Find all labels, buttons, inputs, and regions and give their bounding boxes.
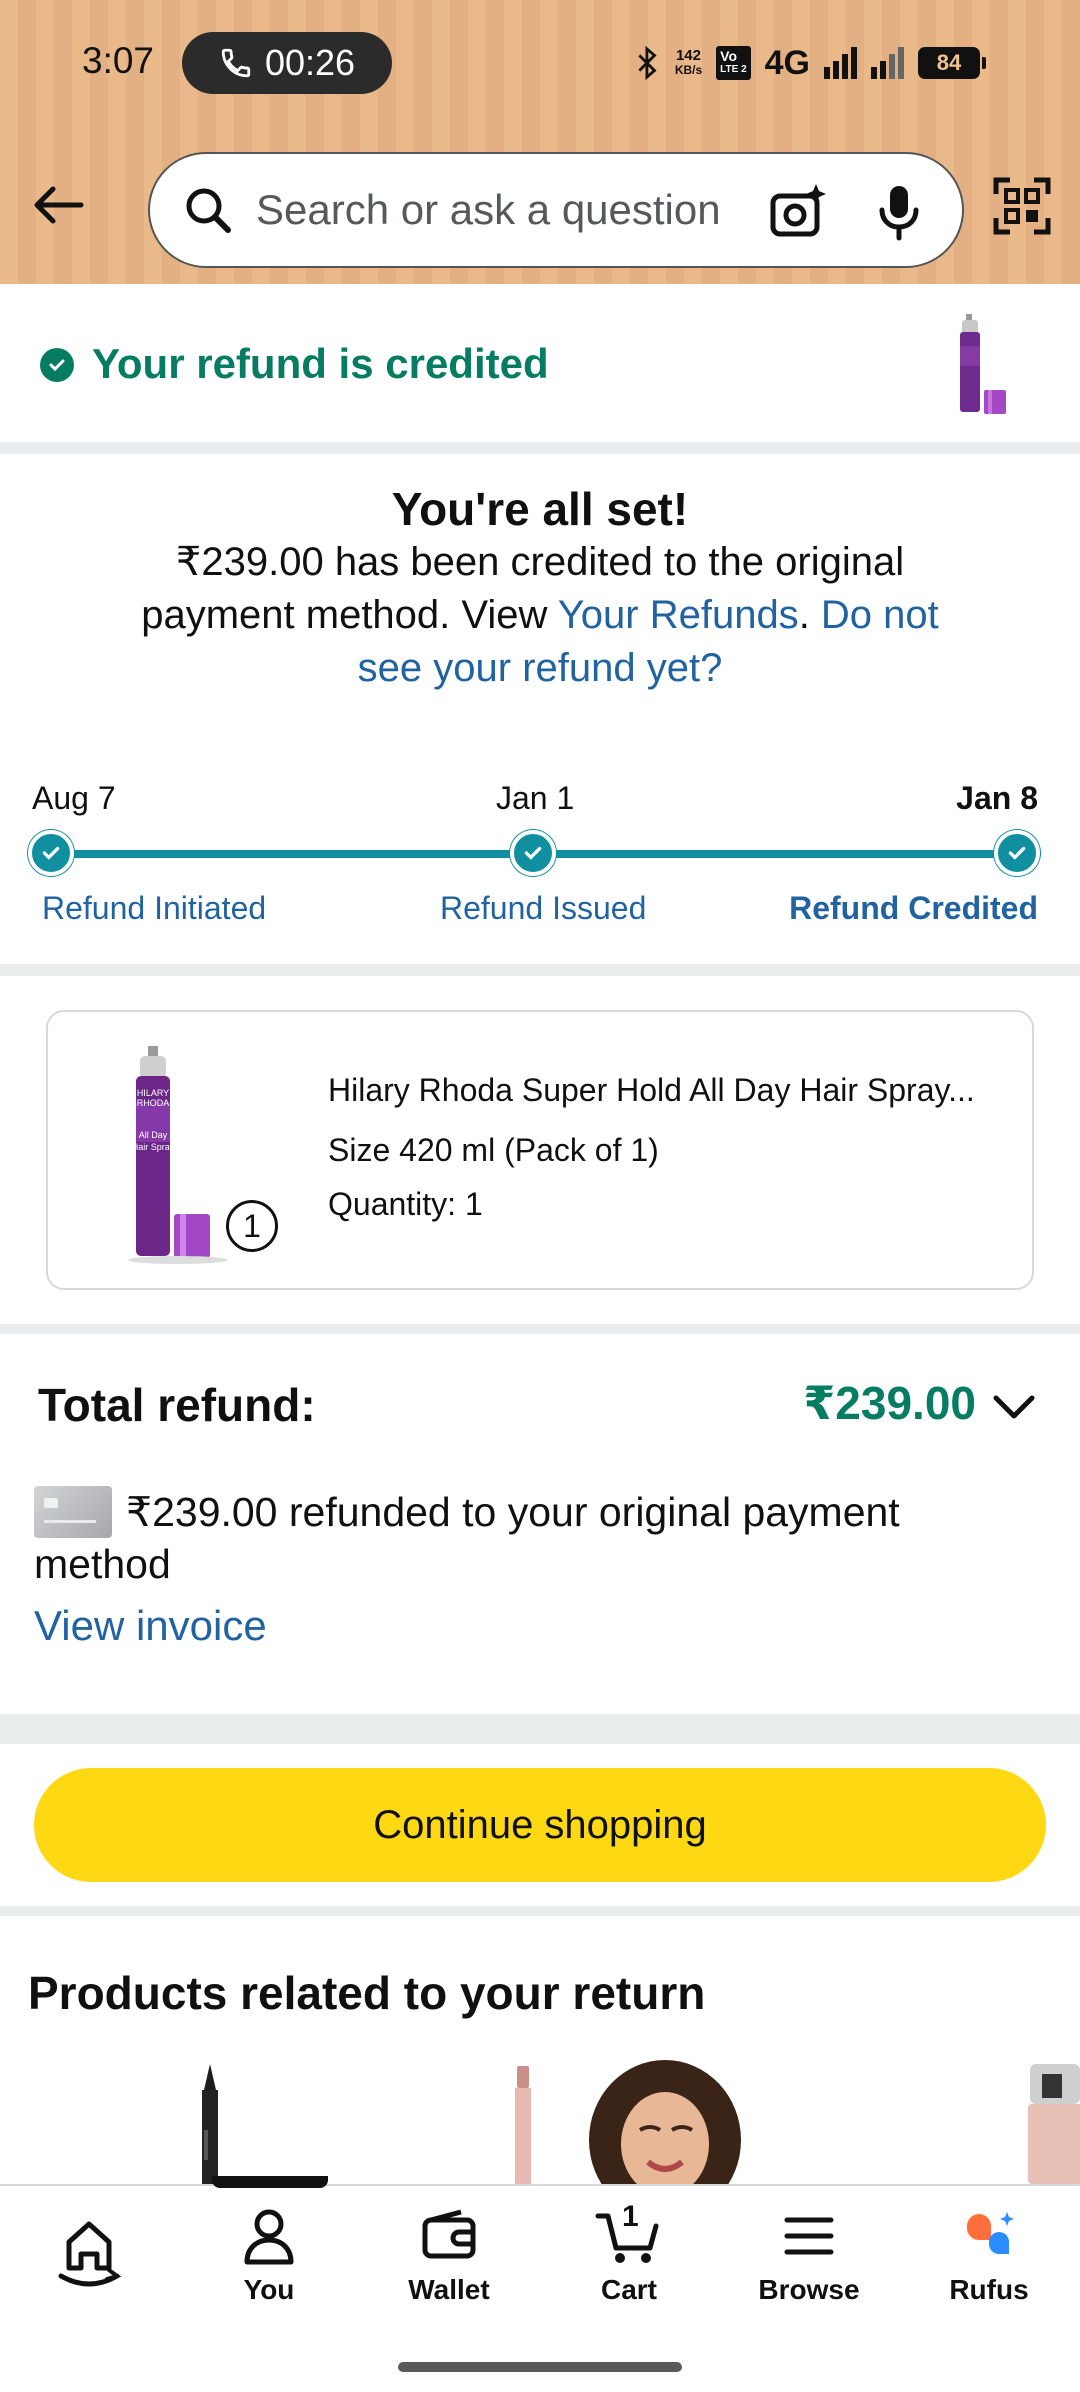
- nav-label-you: You: [243, 2274, 295, 2305]
- rufus-icon: [967, 2212, 1014, 2254]
- nav-home[interactable]: [14, 2206, 164, 2302]
- bluetooth-icon: [638, 45, 657, 81]
- chevron-down-icon[interactable]: [992, 1392, 1036, 1424]
- nav-label-cart: Cart: [600, 2274, 657, 2305]
- nav-cart[interactable]: 1 Cart: [554, 2200, 704, 2306]
- svg-text:HILARY: HILARY: [137, 1088, 169, 1098]
- nav-you[interactable]: You: [194, 2206, 344, 2306]
- active-tab-indicator: [212, 2176, 328, 2188]
- section-divider: [0, 442, 1080, 454]
- product-model-image[interactable]: [580, 2060, 750, 2184]
- back-arrow-icon: [34, 186, 84, 224]
- qr-scan-icon[interactable]: [992, 176, 1052, 236]
- view-invoice-link[interactable]: View invoice: [34, 1602, 267, 1650]
- camera-search-icon[interactable]: [768, 182, 828, 242]
- timeline-date-initiated: Aug 7: [32, 780, 116, 816]
- nav-wallet[interactable]: Wallet: [374, 2206, 524, 2306]
- item-title: Hilary Rhoda Super Hold All Day Hair Spr…: [328, 1072, 975, 1108]
- item-size: Size 420 ml (Pack of 1): [328, 1132, 659, 1168]
- signal-icon: [824, 47, 857, 79]
- timeline-date-credited: Jan 8: [956, 780, 1038, 816]
- product-image: HILARY RHODA All Day Hair Spray: [128, 1046, 228, 1264]
- svg-text:All Day: All Day: [139, 1130, 168, 1140]
- nav-label-rufus: Rufus: [949, 2274, 1029, 2305]
- quantity-badge: 1: [226, 1200, 278, 1252]
- timeline-date-issued: Jan 1: [496, 780, 575, 816]
- search-bar[interactable]: [148, 152, 964, 268]
- check-circle-icon: [40, 348, 74, 382]
- home-icon: [58, 2221, 122, 2287]
- nav-browse[interactable]: Browse: [734, 2206, 884, 2306]
- timeline-label-initiated: Refund Initiated: [42, 890, 267, 926]
- section-divider: [0, 1714, 1080, 1744]
- network-speed: 142 KB/s: [674, 47, 703, 77]
- network-type: 4G: [764, 43, 810, 82]
- status-time: 3:07: [82, 40, 155, 81]
- status-icons: 142 KB/s Vo LTE 2 4G 84: [635, 38, 986, 88]
- menu-icon: [784, 2217, 834, 2255]
- search-input[interactable]: [256, 186, 736, 234]
- section-divider: [0, 1906, 1080, 1916]
- item-quantity: Quantity: 1: [328, 1186, 483, 1222]
- returned-item-card[interactable]: HILARY RHODA All Day Hair Spray 1 Hilary…: [46, 1010, 1034, 1290]
- section-divider: [0, 964, 1080, 976]
- related-products-heading: Products related to your return: [28, 1967, 706, 2019]
- your-refunds-link[interactable]: Your Refunds: [558, 593, 799, 637]
- person-icon: [244, 2209, 294, 2265]
- confirmation-title: You're all set!: [391, 483, 689, 535]
- total-refund-label: Total refund:: [38, 1379, 316, 1431]
- timeline-step-check-icon: [510, 830, 556, 876]
- status-bar: 3:07 00:26 142 KB/s Vo LTE 2 4G 84: [0, 0, 1080, 125]
- header: 3:07 00:26 142 KB/s Vo LTE 2 4G 84: [0, 0, 1080, 284]
- back-button[interactable]: [28, 170, 88, 240]
- product-spray-image[interactable]: [1024, 2060, 1080, 2184]
- nav-label-browse: Browse: [758, 2274, 860, 2305]
- refund-method-text: ₹239.00 refunded to your original paymen…: [34, 1489, 900, 1587]
- timeline-label-issued: Refund Issued: [440, 890, 647, 926]
- microphone-icon[interactable]: [874, 182, 924, 242]
- related-products-carousel[interactable]: [0, 2060, 1080, 2184]
- signal-icon-sim2: [871, 47, 904, 79]
- timeline-step-check-icon: [28, 830, 74, 876]
- battery-icon: 84: [918, 47, 986, 79]
- product-thumbnail[interactable]: [952, 306, 1030, 424]
- svg-text:RHODA: RHODA: [137, 1098, 170, 1108]
- total-refund-amount: ₹239.00: [803, 1377, 976, 1429]
- continue-shopping-button[interactable]: Continue shopping: [34, 1768, 1046, 1882]
- cart-count-badge: 1: [622, 2200, 639, 2233]
- product-lipstick-image[interactable]: [508, 2060, 538, 2184]
- refund-status-text: Your refund is credited: [92, 340, 549, 387]
- svg-text:Hair Spray: Hair Spray: [132, 1142, 175, 1152]
- timeline-step-check-icon: [994, 830, 1040, 876]
- section-divider: [0, 1324, 1080, 1334]
- phone-icon: [221, 48, 251, 78]
- gesture-bar[interactable]: [398, 2362, 682, 2372]
- volte-badge: Vo LTE 2: [716, 46, 751, 80]
- call-timer: 00:26: [264, 42, 356, 83]
- nav-rufus[interactable]: Rufus: [914, 2206, 1064, 2306]
- ongoing-call-pill[interactable]: 00:26: [182, 32, 392, 94]
- confirmation-message: ₹239.00 has been credited to the origina…: [141, 540, 939, 690]
- wallet-icon: [422, 2209, 476, 2259]
- product-eyeliner-image[interactable]: [190, 2060, 230, 2184]
- nav-label-wallet: Wallet: [408, 2274, 490, 2305]
- search-icon: [186, 188, 231, 233]
- timeline-label-credited: Refund Credited: [789, 890, 1038, 926]
